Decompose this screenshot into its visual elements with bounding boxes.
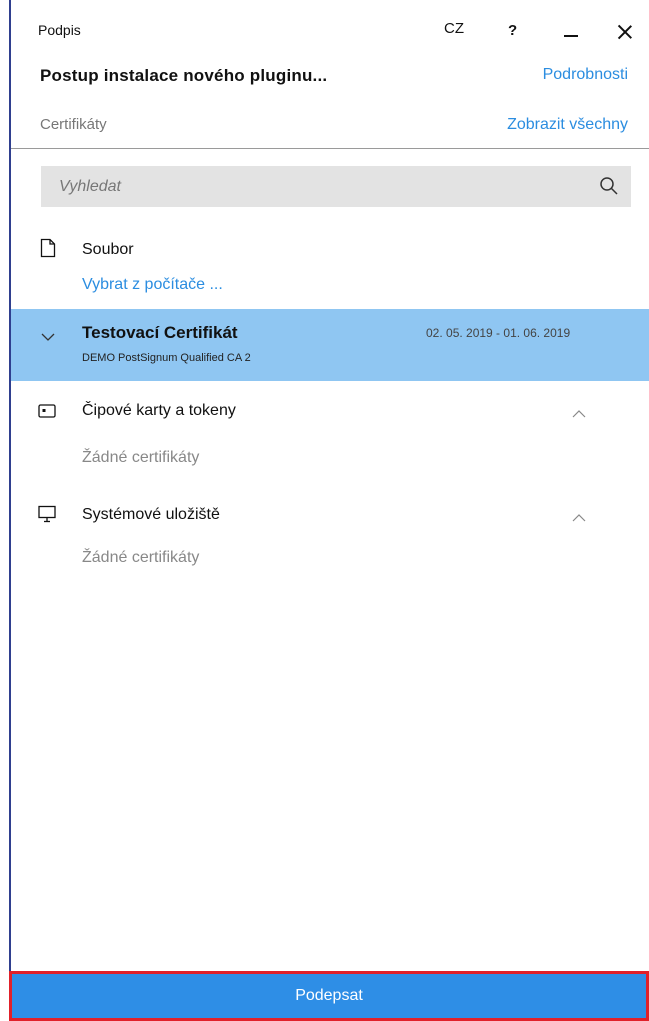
sign-button[interactable]: Podepsat xyxy=(9,971,649,1021)
divider xyxy=(11,148,649,149)
chevron-up-icon[interactable] xyxy=(572,406,586,418)
certificate-row[interactable]: Testovací Certifikát DEMO PostSignum Qua… xyxy=(11,309,649,381)
sign-button-label: Podepsat xyxy=(295,987,363,1004)
certificate-validity: 02. 05. 2019 - 01. 06. 2019 xyxy=(426,326,571,340)
close-button[interactable] xyxy=(617,24,633,40)
document-title: Postup instalace nového pluginu... xyxy=(40,66,328,85)
help-button[interactable]: ? xyxy=(508,22,517,39)
smartcard-icon xyxy=(38,403,56,424)
show-all-link[interactable]: Zobrazit všechny xyxy=(507,116,628,134)
smartcards-group-title[interactable]: Čipové karty a tokeny xyxy=(82,402,236,420)
system-store-group-title[interactable]: Systémové uložiště xyxy=(82,506,220,524)
minimize-button[interactable] xyxy=(564,35,578,37)
window-title: Podpis xyxy=(38,22,81,38)
chevron-up-icon[interactable] xyxy=(572,510,586,522)
details-link[interactable]: Podrobnosti xyxy=(543,66,628,84)
monitor-icon xyxy=(38,505,56,528)
search-icon[interactable] xyxy=(599,176,619,196)
smartcards-empty-text: Žádné certifikáty xyxy=(82,449,200,466)
title-bar: Podpis CZ ? xyxy=(11,0,649,56)
certificate-name: Testovací Certifikát xyxy=(82,323,238,342)
file-section-title: Soubor xyxy=(82,241,134,258)
chevron-down-icon[interactable] xyxy=(41,329,55,341)
certificate-issuer: DEMO PostSignum Qualified CA 2 xyxy=(82,352,251,364)
search-input[interactable] xyxy=(41,166,581,207)
search-box xyxy=(41,166,631,207)
file-icon xyxy=(40,238,56,263)
language-button[interactable]: CZ xyxy=(444,20,464,37)
system-store-empty-text: Žádné certifikáty xyxy=(82,549,200,566)
certificates-label: Certifikáty xyxy=(40,116,107,133)
choose-from-computer-link[interactable]: Vybrat z počítače ... xyxy=(82,276,223,294)
signature-window: Podpis CZ ? Postup instalace nového plug… xyxy=(9,0,649,1021)
